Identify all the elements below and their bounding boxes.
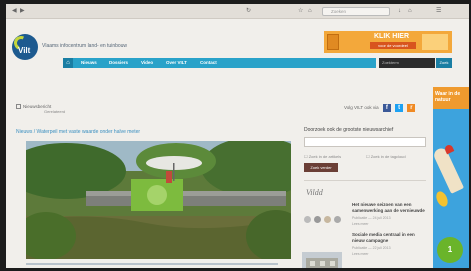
download-icon[interactable]: ↓	[398, 8, 401, 15]
sidebar-news-item[interactable]: Het nieuwe seizoen van een samenwerking …	[352, 202, 426, 228]
sidebar-news-meta: Publicatie — 24 juli 2013	[352, 216, 391, 220]
vildd-logo[interactable]: Vildd	[306, 188, 336, 202]
sidebar-search-input[interactable]	[304, 137, 426, 147]
sidebar-checkbox-tagcloud-label: Zoek in de tagcloud	[370, 154, 406, 159]
article-title-link[interactable]: Nieuws / Waterpeil met vaste waarde onde…	[16, 129, 140, 135]
site-tagline: Vlaams infocentrum land- en tuinbouw	[42, 43, 128, 49]
sidebar-checkbox-tagcloud[interactable]: ☐ Zoek in de tagcloud	[366, 154, 406, 159]
reload-icon[interactable]: ↻	[246, 8, 251, 15]
nav-item-nieuws[interactable]: Nieuws	[81, 58, 97, 68]
sidebar-news-more[interactable]: Lees meer	[352, 222, 426, 227]
ad-image	[422, 34, 448, 50]
sidebar-news-title: Het nieuwe seizoen van een samenwerking …	[352, 202, 425, 213]
facebook-icon[interactable]: f	[382, 104, 391, 112]
nav-item-video[interactable]: Video	[141, 58, 153, 68]
sidebar-news-more-2[interactable]: Lees meer	[352, 252, 426, 257]
sidebar-thumb-svg	[302, 252, 342, 268]
top-ad-banner[interactable]: KLIK HIER voor de voordeel	[324, 31, 452, 53]
sidebar-checkbox-artikels[interactable]: ☐ Zoek in de artikels	[304, 154, 341, 159]
sidebar-search-title: Doorzoek ook de grootste nieuwsarchief	[304, 127, 394, 133]
ad-headline: KLIK HIER	[374, 33, 409, 40]
sidebar-thumbnail-icons	[302, 204, 350, 228]
rocket-flame-icon	[434, 189, 450, 209]
article-photo	[26, 141, 291, 259]
sidebar-news-meta-2: Publicatie — 22 juli 2013	[352, 246, 391, 250]
social-label: Volg VILT ook via	[344, 105, 379, 111]
menu-icon[interactable]: ☰	[436, 8, 441, 15]
ad-product-icon	[327, 34, 339, 50]
logo-text: Vilt	[18, 46, 31, 55]
screen: ◀ ▶ ↻ ☆ ⌂ ⚲ Zoeken ↓ ⌂ ☰ Vilt Vlaams inf…	[6, 4, 469, 268]
browser-search-input[interactable]: Zoeken	[322, 7, 390, 16]
nav-item-over-vilt[interactable]: Over VILT	[166, 58, 187, 68]
rss-icon[interactable]: r	[407, 104, 416, 112]
site-search-input[interactable]: Zoekterm	[379, 58, 435, 68]
thumb-icon-1	[304, 216, 311, 223]
site-search-button[interactable]: Zoek	[436, 58, 452, 68]
web-page: Vilt Vlaams infocentrum land- en tuinbou…	[6, 19, 469, 268]
skyscraper-ad[interactable]: Waar in de natuur 1	[433, 87, 469, 268]
home-icon-2[interactable]: ⌂	[408, 8, 412, 15]
sidebar-news-title-2: Sociale media centraal in een nieuw camp…	[352, 232, 415, 243]
calendar-icon	[16, 104, 21, 110]
article-photo-svg	[26, 141, 291, 259]
browser-toolbar: ◀ ▶ ↻ ☆ ⌂ ⚲ Zoeken ↓ ⌂ ☰	[6, 4, 469, 19]
forward-icon[interactable]: ▶	[20, 8, 25, 15]
nav-home-icon[interactable]: ⌂	[63, 58, 73, 68]
bookmark-icon[interactable]: ☆	[298, 8, 303, 15]
social-follow: Volg VILT ook via f t r	[344, 104, 416, 112]
twitter-icon[interactable]: t	[395, 104, 404, 112]
thumb-icon-3	[324, 216, 331, 223]
related-tab[interactable]: Gerelateerd	[44, 109, 65, 114]
ad-subline: voor de voordeel	[370, 42, 416, 49]
sidebar-divider	[304, 180, 426, 181]
nav-item-dossiers[interactable]: Dossiers	[109, 58, 128, 68]
back-icon[interactable]: ◀	[12, 8, 17, 15]
main-nav: ⌂ Nieuws Dossiers Video Over VILT Contac…	[63, 58, 376, 68]
home-icon[interactable]: ⌂	[308, 8, 312, 15]
nav-item-contact[interactable]: Contact	[200, 58, 217, 68]
ad-badge: 1	[437, 237, 463, 263]
skyscraper-ad-text: Waar in de natuur	[435, 91, 461, 103]
article-body	[26, 263, 291, 268]
sidebar-search-button[interactable]: Zoek verder	[304, 163, 338, 172]
thumb-icon-4	[334, 216, 341, 223]
thumb-icon-2	[314, 216, 321, 223]
sidebar-news-item-2[interactable]: Sociale media centraal in een nieuw camp…	[352, 232, 426, 258]
sidebar-checkbox-artikels-label: Zoek in de artikels	[308, 154, 342, 159]
sidebar-thumbnail-photo[interactable]	[302, 252, 342, 268]
